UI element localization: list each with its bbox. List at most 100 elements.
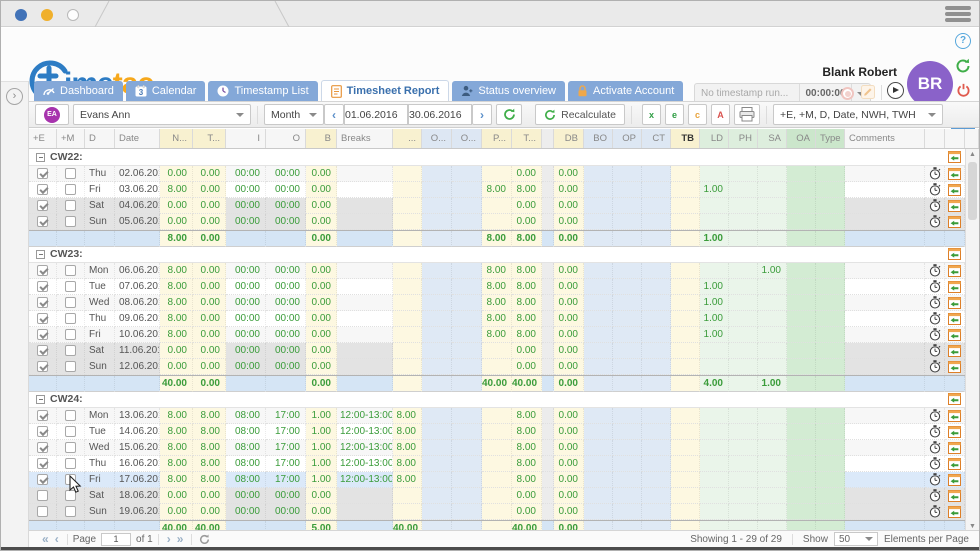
table-row[interactable]: Tue07.06.20168.000.0000:0000:000.008.008… bbox=[29, 279, 965, 295]
cell-m[interactable] bbox=[57, 359, 85, 375]
stopwatch-action-icon[interactable] bbox=[925, 279, 945, 295]
tab-status-overview[interactable]: Status overview bbox=[452, 81, 565, 101]
row-checkbox-m[interactable] bbox=[65, 216, 76, 227]
column-header-breaks[interactable]: Breaks bbox=[337, 129, 393, 148]
cell-e[interactable] bbox=[29, 472, 57, 488]
row-checkbox-e[interactable] bbox=[37, 184, 48, 195]
collapse-group-icon[interactable] bbox=[36, 250, 45, 259]
column-header-type[interactable]: Type bbox=[816, 129, 845, 148]
open-details-action-icon[interactable] bbox=[945, 408, 965, 424]
row-checkbox-m[interactable] bbox=[65, 281, 76, 292]
stopwatch-action-icon[interactable] bbox=[925, 408, 945, 424]
cell-e[interactable] bbox=[29, 440, 57, 456]
column-header-sa[interactable]: SA bbox=[758, 129, 787, 148]
page-size-select[interactable]: 50 bbox=[834, 532, 878, 546]
row-checkbox-e[interactable] bbox=[37, 474, 48, 485]
row-checkbox-e[interactable] bbox=[37, 200, 48, 211]
row-checkbox-m[interactable] bbox=[65, 184, 76, 195]
cell-e[interactable] bbox=[29, 182, 57, 198]
group-export-icon[interactable] bbox=[948, 248, 961, 260]
stopwatch-action-icon[interactable] bbox=[925, 311, 945, 327]
scroll-down-icon[interactable]: ▼ bbox=[966, 523, 979, 530]
column-header-n[interactable]: N... bbox=[160, 129, 193, 148]
visible-columns-select[interactable]: +E, +M, D, Date, NWH, TWH bbox=[773, 104, 943, 125]
open-details-action-icon[interactable] bbox=[945, 359, 965, 375]
column-header-m[interactable]: +M bbox=[57, 129, 85, 148]
tab-activate-account[interactable]: Activate Account bbox=[568, 81, 683, 101]
column-header-dots[interactable]: ... bbox=[393, 129, 422, 148]
row-checkbox-e[interactable] bbox=[37, 313, 48, 324]
print-button[interactable] bbox=[734, 104, 760, 125]
cell-m[interactable] bbox=[57, 182, 85, 198]
row-checkbox-m[interactable] bbox=[65, 490, 76, 501]
open-details-action-icon[interactable] bbox=[945, 295, 965, 311]
stopwatch-action-icon[interactable] bbox=[925, 359, 945, 375]
open-details-action-icon[interactable] bbox=[945, 182, 965, 198]
row-checkbox-e[interactable] bbox=[37, 265, 48, 276]
stopwatch-action-icon[interactable] bbox=[925, 182, 945, 198]
cell-m[interactable] bbox=[57, 456, 85, 472]
column-header-t2[interactable]: T... bbox=[512, 129, 542, 148]
stopwatch-action-icon[interactable] bbox=[925, 214, 945, 230]
row-checkbox-m[interactable] bbox=[65, 200, 76, 211]
column-header-o2[interactable]: O... bbox=[452, 129, 482, 148]
cell-m[interactable] bbox=[57, 343, 85, 359]
row-checkbox-e[interactable] bbox=[37, 410, 48, 421]
cell-e[interactable] bbox=[29, 279, 57, 295]
help-icon[interactable]: ? bbox=[955, 33, 971, 49]
previous-page-button[interactable]: ‹ bbox=[55, 532, 59, 546]
cell-m[interactable] bbox=[57, 166, 85, 182]
table-row[interactable]: Wed08.06.20168.000.0000:0000:000.008.008… bbox=[29, 295, 965, 311]
stopwatch-action-icon[interactable] bbox=[925, 166, 945, 182]
export-xls-button[interactable]: e bbox=[665, 104, 684, 125]
column-header-bo[interactable]: BO bbox=[584, 129, 613, 148]
table-row[interactable]: Sun19.06.20160.000.0000:0000:000.000.000… bbox=[29, 504, 965, 520]
open-details-action-icon[interactable] bbox=[945, 440, 965, 456]
vertical-scrollbar[interactable]: ▲ ▼ bbox=[965, 149, 979, 532]
table-row[interactable]: Fri10.06.20168.000.0000:0000:000.008.008… bbox=[29, 327, 965, 343]
row-checkbox-m[interactable] bbox=[65, 474, 76, 485]
traffic-light-blue-icon[interactable] bbox=[15, 9, 27, 21]
previous-period-button[interactable]: ‹ bbox=[324, 104, 344, 125]
cell-e[interactable] bbox=[29, 504, 57, 520]
cell-m[interactable] bbox=[57, 408, 85, 424]
row-checkbox-e[interactable] bbox=[37, 458, 48, 469]
row-checkbox-e[interactable] bbox=[37, 297, 48, 308]
stopwatch-action-icon[interactable] bbox=[925, 440, 945, 456]
table-row[interactable]: Sat18.06.20160.000.0000:0000:000.000.000… bbox=[29, 488, 965, 504]
stopwatch-action-icon[interactable] bbox=[925, 263, 945, 279]
column-header-oa[interactable]: OA bbox=[787, 129, 816, 148]
export-pdf-button[interactable]: A bbox=[711, 104, 730, 125]
date-from-input[interactable] bbox=[344, 104, 408, 125]
tab-dashboard[interactable]: Dashboard bbox=[34, 81, 123, 101]
row-checkbox-m[interactable] bbox=[65, 410, 76, 421]
cell-m[interactable] bbox=[57, 327, 85, 343]
cell-e[interactable] bbox=[29, 295, 57, 311]
table-row[interactable]: Sun05.06.20160.000.0000:0000:000.000.000… bbox=[29, 214, 965, 230]
column-header-op[interactable]: OP bbox=[613, 129, 642, 148]
open-details-action-icon[interactable] bbox=[945, 504, 965, 520]
next-page-button[interactable]: › bbox=[167, 532, 171, 546]
open-details-action-icon[interactable] bbox=[945, 488, 965, 504]
cell-e[interactable] bbox=[29, 488, 57, 504]
recalculate-button[interactable]: Recalculate bbox=[535, 104, 625, 125]
row-checkbox-e[interactable] bbox=[37, 345, 48, 356]
power-icon[interactable] bbox=[956, 83, 971, 98]
cell-e[interactable] bbox=[29, 166, 57, 182]
stopwatch-action-icon[interactable] bbox=[925, 488, 945, 504]
column-header-p[interactable]: P... bbox=[482, 129, 512, 148]
stopwatch-action-icon[interactable] bbox=[925, 198, 945, 214]
cell-m[interactable] bbox=[57, 295, 85, 311]
row-checkbox-e[interactable] bbox=[37, 490, 48, 501]
table-row[interactable]: Mon06.06.20168.000.0000:0000:000.008.008… bbox=[29, 263, 965, 279]
scrollbar-thumb[interactable] bbox=[968, 162, 977, 220]
cell-e[interactable] bbox=[29, 198, 57, 214]
row-checkbox-m[interactable] bbox=[65, 313, 76, 324]
cell-e[interactable] bbox=[29, 424, 57, 440]
column-header-i[interactable]: I bbox=[226, 129, 266, 148]
column-header-ph[interactable]: PH bbox=[729, 129, 758, 148]
table-row[interactable]: Tue14.06.20168.008.0008:0017:001.0012:00… bbox=[29, 424, 965, 440]
group-row[interactable]: CW24: bbox=[29, 391, 965, 408]
row-checkbox-e[interactable] bbox=[37, 506, 48, 517]
last-page-button[interactable]: » bbox=[177, 532, 184, 546]
